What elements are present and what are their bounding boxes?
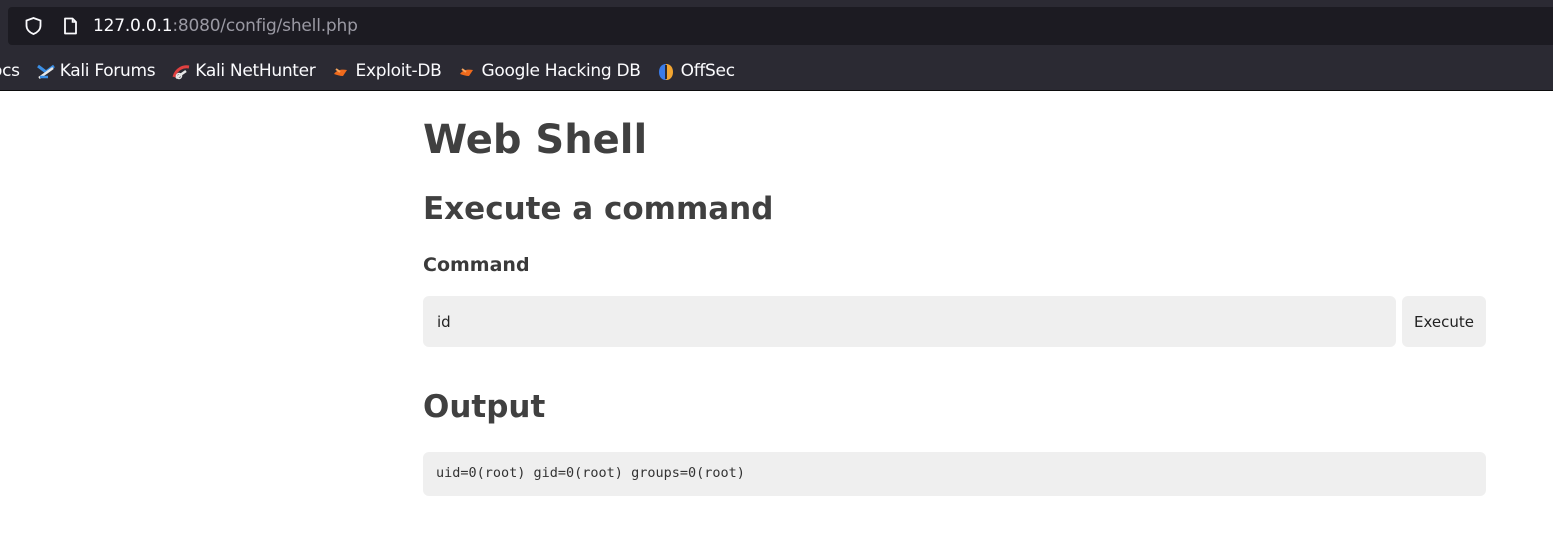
command-input[interactable] bbox=[423, 296, 1396, 347]
bookmark-label: ocs bbox=[0, 61, 20, 81]
url-path: :8080/config/shell.php bbox=[172, 16, 358, 36]
bookmark-label: Exploit-DB bbox=[355, 61, 442, 81]
bookmark-label: Google Hacking DB bbox=[481, 61, 641, 81]
bookmark-label: Kali NetHunter bbox=[195, 61, 316, 81]
command-label: Command bbox=[423, 254, 530, 276]
offsec-icon bbox=[657, 63, 675, 80]
bookmarks-bar: ocs Kali Forums Kali NetHunter bbox=[0, 53, 1553, 89]
bookmark-kali-nethunter[interactable]: Kali NetHunter bbox=[171, 61, 316, 81]
kali-nethunter-icon bbox=[171, 63, 190, 80]
kali-forums-icon bbox=[36, 63, 55, 80]
chrome-divider bbox=[0, 90, 1553, 91]
shield-icon[interactable] bbox=[25, 17, 42, 35]
page-icon bbox=[63, 17, 78, 35]
execute-button[interactable]: Execute bbox=[1402, 296, 1486, 347]
bookmark-label: Kali Forums bbox=[59, 61, 156, 81]
bookmark-google-hacking-db[interactable]: Google Hacking DB bbox=[458, 61, 641, 81]
bookmark-kali-forums[interactable]: Kali Forums bbox=[36, 61, 156, 81]
url-bar[interactable]: 127.0.0.1:8080/config/shell.php bbox=[8, 7, 1553, 45]
browser-chrome: 127.0.0.1:8080/config/shell.php ocs Kali… bbox=[0, 0, 1553, 91]
bookmark-docs[interactable]: ocs bbox=[0, 61, 20, 81]
output-box: uid=0(root) gid=0(root) groups=0(root) bbox=[423, 452, 1486, 496]
bookmark-offsec[interactable]: OffSec bbox=[657, 61, 735, 81]
execute-heading: Execute a command bbox=[423, 191, 774, 227]
bookmark-label: OffSec bbox=[680, 61, 735, 81]
output-heading: Output bbox=[423, 389, 546, 425]
url-text[interactable]: 127.0.0.1:8080/config/shell.php bbox=[93, 16, 358, 36]
exploit-db-icon bbox=[332, 63, 350, 79]
url-host: 127.0.0.1 bbox=[93, 16, 173, 36]
bookmark-exploit-db[interactable]: Exploit-DB bbox=[332, 61, 442, 81]
google-hacking-db-icon bbox=[458, 63, 476, 79]
page-title: Web Shell bbox=[423, 117, 648, 163]
